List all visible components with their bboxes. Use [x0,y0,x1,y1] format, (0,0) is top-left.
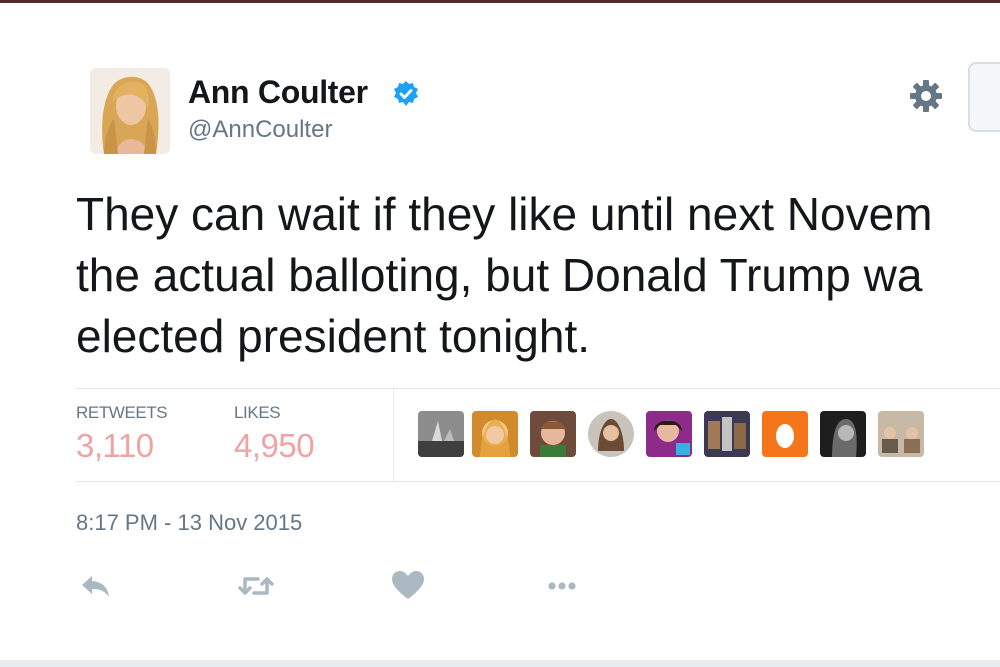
verified-badge-icon [392,80,420,108]
likes-stat[interactable]: LIKES 4,950 [234,403,315,465]
more-icon[interactable] [542,566,582,606]
liker-avatar[interactable] [878,411,924,457]
tweet-text-line: They can wait if they like until next No… [76,188,933,240]
liker-avatar[interactable] [646,411,692,457]
retweets-label: RETWEETS [76,403,168,422]
retweet-icon[interactable] [236,566,276,606]
liker-avatar[interactable] [704,411,750,457]
tweet-text-line: the actual balloting, but Donald Trump w… [76,249,923,301]
tweet-bottom-border [0,660,1000,667]
likes-count: 4,950 [234,427,315,464]
gear-icon[interactable] [908,78,944,114]
author-handle[interactable]: @AnnCoulter [188,116,332,144]
follow-button[interactable] [968,62,1000,132]
reply-icon[interactable] [76,566,116,606]
heart-icon[interactable] [388,566,428,606]
tweet-text-line: elected president tonight. [76,310,591,362]
window-top-border [0,0,1000,3]
default-egg-avatar[interactable] [762,411,808,457]
retweets-stat[interactable]: RETWEETS 3,110 [76,403,168,465]
tweet-timestamp[interactable]: 8:17 PM - 13 Nov 2015 [76,510,302,536]
liker-avatar[interactable] [472,411,518,457]
liker-avatar[interactable] [418,411,464,457]
retweets-count: 3,110 [76,427,154,464]
tweet-stats: RETWEETS 3,110 LIKES 4,950 [76,388,1000,482]
liker-avatar[interactable] [588,411,634,457]
author-avatar[interactable] [90,68,170,154]
author-name[interactable]: Ann Coulter [188,74,368,111]
liker-avatar[interactable] [820,411,866,457]
tweet-text: They can wait if they like until next No… [76,184,1000,367]
stats-divider [393,389,394,481]
likes-label: LIKES [234,403,281,422]
liker-avatar[interactable] [530,411,576,457]
